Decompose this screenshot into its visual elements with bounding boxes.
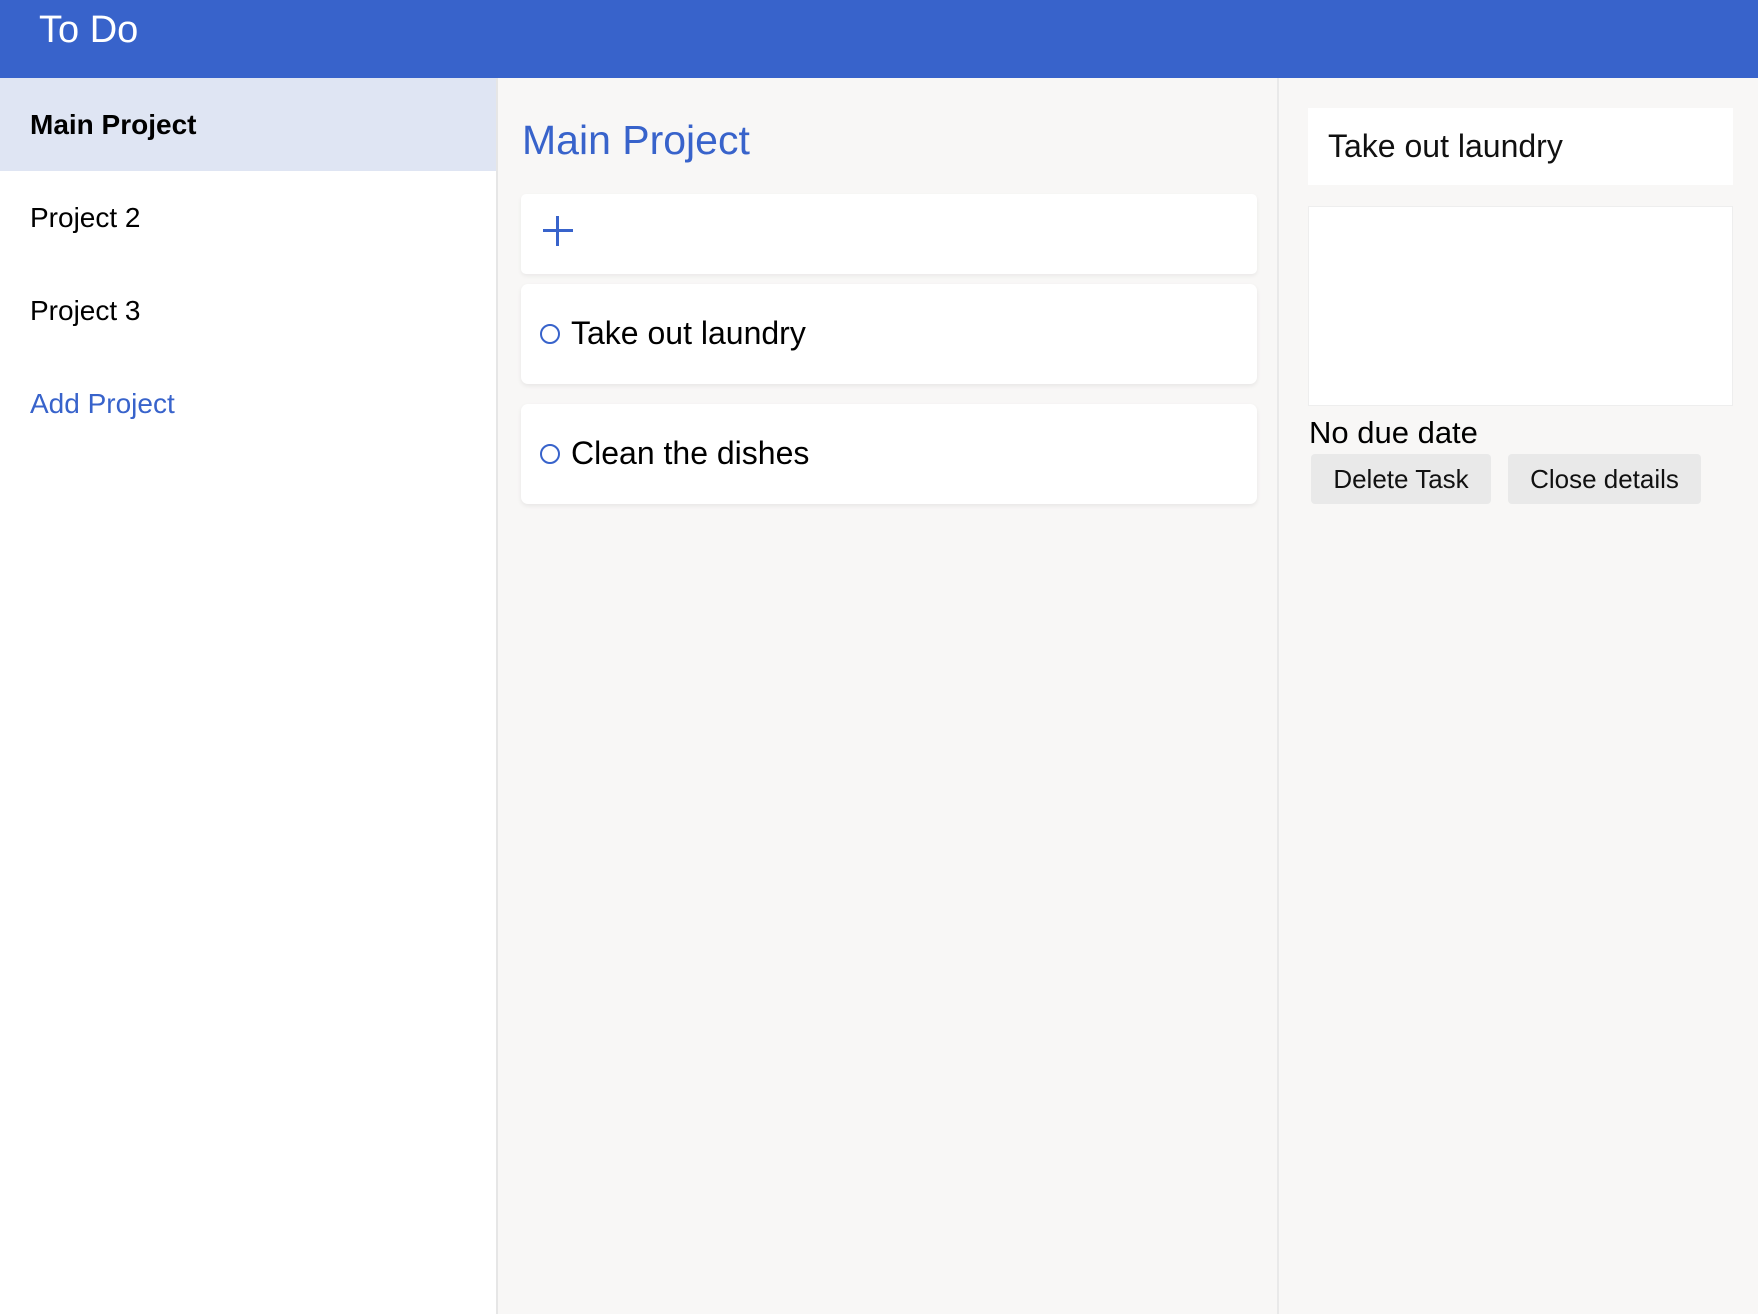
sidebar-item-project-2[interactable]: Project 2	[0, 171, 496, 264]
delete-task-button[interactable]: Delete Task	[1311, 454, 1491, 504]
app-header: To Do	[0, 0, 1758, 78]
task-item[interactable]: Take out laundry	[521, 284, 1257, 384]
close-details-button[interactable]: Close details	[1508, 454, 1701, 504]
task-title: Clean the dishes	[571, 435, 810, 471]
circle-icon[interactable]	[540, 324, 560, 344]
plus-icon	[541, 214, 575, 248]
task-notes-field[interactable]	[1308, 206, 1733, 406]
task-details-panel: No due date Delete Task Close details	[1277, 78, 1758, 1314]
sidebar-item-label: Main Project	[30, 109, 197, 140]
due-date-label[interactable]: No due date	[1309, 412, 1478, 454]
app-title: To Do	[39, 9, 139, 51]
sidebar-item-label: Project 2	[30, 202, 141, 233]
sidebar: Main Project Project 2 Project 3 Add Pro…	[0, 78, 498, 1314]
add-project-label: Add Project	[30, 388, 175, 419]
task-title: Take out laundry	[571, 315, 806, 351]
sidebar-item-project-3[interactable]: Project 3	[0, 264, 496, 357]
task-item[interactable]: Clean the dishes	[521, 404, 1257, 504]
sidebar-item-main-project[interactable]: Main Project	[0, 78, 496, 171]
sidebar-item-label: Project 3	[30, 295, 141, 326]
project-title: Main Project	[522, 117, 750, 163]
task-title-input[interactable]	[1308, 108, 1733, 185]
add-project-link[interactable]: Add Project	[0, 357, 496, 450]
circle-icon[interactable]	[540, 444, 560, 464]
task-list-panel: Main Project Take out laundry Clean the …	[498, 78, 1277, 1314]
add-task-button[interactable]	[521, 194, 1257, 274]
